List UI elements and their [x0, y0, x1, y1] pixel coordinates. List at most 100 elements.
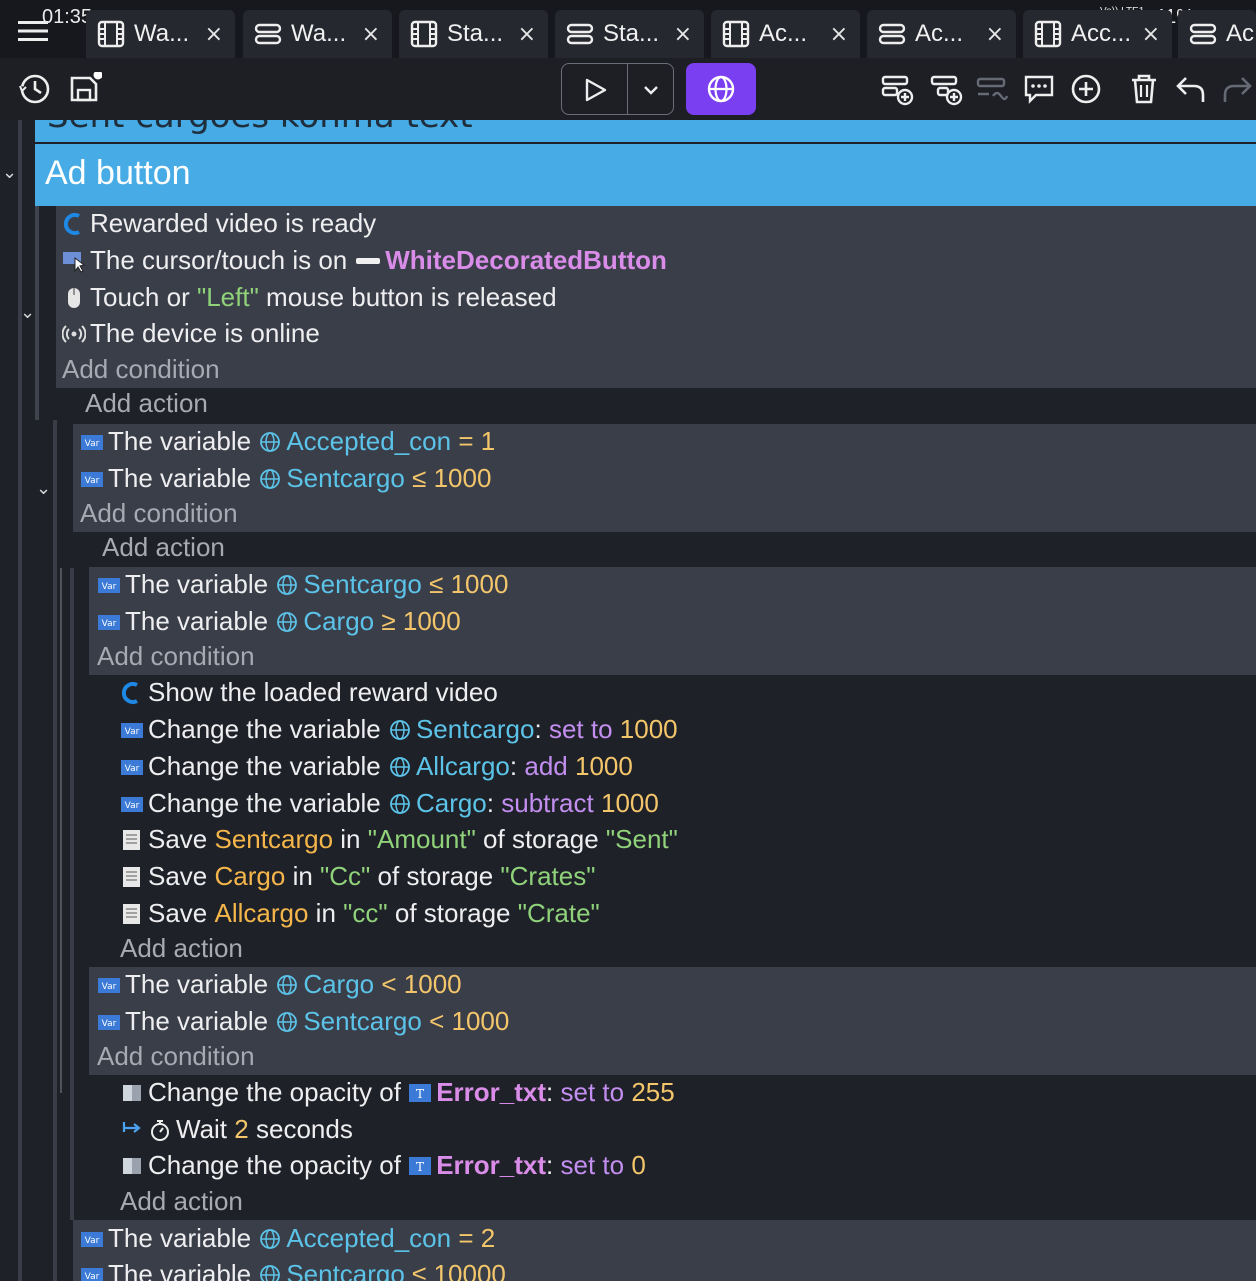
- reward-ad-icon: [121, 681, 138, 704]
- editor-tab[interactable]: Acc... ×: [1023, 10, 1172, 58]
- svg-text:T: T: [416, 1160, 424, 1174]
- add-condition-link[interactable]: Add condition: [97, 1041, 255, 1072]
- svg-text:Var: Var: [85, 1272, 100, 1281]
- action-row[interactable]: Save Sentcargo in "Amount" of storage "S…: [120, 821, 678, 858]
- list-icon: [566, 23, 594, 45]
- add-subevent-icon[interactable]: [929, 72, 963, 106]
- opacity-icon: [123, 1157, 141, 1174]
- add-link-icon[interactable]: [975, 72, 1009, 106]
- close-icon[interactable]: ×: [205, 22, 223, 47]
- condition-row[interactable]: Var The variable Cargo ≥ 1000: [97, 603, 461, 640]
- condition-row[interactable]: Var The variable Accepted_con = 2: [80, 1220, 495, 1257]
- global-variable-icon: [277, 974, 298, 995]
- add-condition-link[interactable]: Add condition: [80, 498, 238, 529]
- condition-row[interactable]: Var The variable Cargo < 1000: [97, 966, 462, 1003]
- action-row[interactable]: Change the opacity of T Error_txt: set t…: [120, 1147, 646, 1184]
- tab-label: Sta...: [603, 20, 660, 47]
- reward-ad-icon: [63, 212, 80, 235]
- save-icon[interactable]: [68, 72, 102, 106]
- redo-icon[interactable]: [1220, 72, 1254, 106]
- add-event-icon[interactable]: [880, 72, 914, 106]
- tab-label: Ac: [1226, 20, 1255, 47]
- tab-bar: 01:35 Vo)) LTE1 41% Wa...×Wa...×Sta...×S…: [0, 0, 1256, 58]
- add-condition-link[interactable]: Add condition: [62, 354, 220, 385]
- svg-text:Var: Var: [85, 1236, 100, 1246]
- group-header-previous[interactable]: Sent cargoes konma text: [35, 120, 1256, 142]
- collapse-chevron-icon[interactable]: ⌄: [20, 302, 35, 323]
- editor-tab[interactable]: Sta... ×: [555, 10, 704, 58]
- text-object-icon: T: [409, 1083, 432, 1102]
- action-row[interactable]: Show the loaded reward video: [120, 674, 498, 711]
- network-preview-button[interactable]: [686, 63, 756, 115]
- play-icon[interactable]: [582, 77, 608, 103]
- action-row[interactable]: Save Cargo in "Cc" of storage "Crates": [120, 858, 595, 895]
- group-header[interactable]: Ad button: [35, 144, 1256, 206]
- condition-row[interactable]: The cursor/touch is on WhiteDecoratedBut…: [62, 242, 667, 279]
- close-icon[interactable]: ×: [362, 22, 380, 47]
- close-icon[interactable]: ×: [518, 22, 536, 47]
- condition-row[interactable]: The device is online: [62, 315, 320, 352]
- editor-tab[interactable]: Ac: [1178, 10, 1256, 58]
- stopwatch-icon: [151, 1119, 169, 1141]
- history-icon[interactable]: [18, 72, 52, 106]
- condition-row[interactable]: Var The variable Sentcargo ≤ 1000: [97, 566, 508, 603]
- add-action-link[interactable]: Add action: [85, 388, 208, 419]
- close-icon[interactable]: ×: [830, 22, 848, 47]
- variable-icon: Var: [81, 1231, 103, 1247]
- condition-row[interactable]: Touch or "Left" mouse button is released: [62, 279, 557, 316]
- variable-icon: Var: [121, 722, 143, 738]
- add-circle-icon[interactable]: [1069, 72, 1103, 106]
- tab-label: Acc...: [1071, 20, 1132, 47]
- condition-row[interactable]: Var The variable Sentcargo ≤ 1000: [80, 460, 491, 497]
- action-row[interactable]: Var Change the variable Allcargo: add 10…: [120, 748, 633, 785]
- tab-label: Sta...: [447, 20, 504, 47]
- editor-tab[interactable]: Wa... ×: [243, 10, 392, 58]
- add-condition-link[interactable]: Add condition: [97, 641, 255, 672]
- global-variable-icon: [260, 1264, 281, 1281]
- global-variable-icon: [260, 431, 281, 452]
- chevron-down-icon[interactable]: [642, 82, 660, 98]
- global-variable-icon: [390, 756, 410, 777]
- action-row[interactable]: Wait 2 seconds: [120, 1111, 353, 1148]
- add-action-link[interactable]: Add action: [120, 1186, 243, 1217]
- text-object-icon: T: [409, 1156, 432, 1175]
- editor-tab[interactable]: Wa... ×: [86, 10, 235, 58]
- async-arrow-icon: [122, 1121, 141, 1133]
- action-row[interactable]: Save Allcargo in "cc" of storage "Crate": [120, 895, 600, 932]
- svg-text:Var: Var: [102, 582, 117, 592]
- condition-row[interactable]: Var The variable Accepted_con = 1: [80, 423, 495, 460]
- condition-row[interactable]: Rewarded video is ready: [62, 205, 376, 242]
- global-variable-icon: [260, 468, 281, 489]
- add-action-link[interactable]: Add action: [102, 532, 225, 563]
- storage-icon: [123, 866, 140, 887]
- event-sheet[interactable]: ⌄ ⌄ ⌄ Sent cargoes konma text Ad button …: [0, 120, 1256, 1281]
- action-row[interactable]: Var Change the variable Cargo: subtract …: [120, 785, 659, 822]
- variable-icon: Var: [121, 796, 143, 812]
- global-variable-icon: [390, 719, 410, 740]
- close-icon[interactable]: ×: [674, 22, 692, 47]
- panel-object-icon: [356, 257, 381, 264]
- editor-tab[interactable]: Ac... ×: [711, 10, 860, 58]
- collapse-chevron-icon[interactable]: ⌄: [36, 478, 51, 499]
- close-icon[interactable]: ×: [986, 22, 1004, 47]
- add-comment-icon[interactable]: [1022, 72, 1056, 106]
- list-icon: [1189, 23, 1217, 45]
- variable-icon: Var: [121, 759, 143, 775]
- storage-icon: [123, 903, 140, 924]
- tree-guide: [53, 420, 57, 1281]
- close-icon[interactable]: ×: [1142, 22, 1160, 47]
- editor-tab[interactable]: Sta... ×: [399, 10, 548, 58]
- action-row[interactable]: Change the opacity of T Error_txt: set t…: [120, 1074, 675, 1111]
- undo-icon[interactable]: [1174, 72, 1208, 106]
- editor-tab[interactable]: Ac... ×: [867, 10, 1016, 58]
- global-variable-icon: [277, 611, 298, 632]
- add-action-link[interactable]: Add action: [120, 933, 243, 964]
- tab-label: Ac...: [759, 20, 808, 47]
- variable-icon: Var: [98, 577, 120, 593]
- condition-row[interactable]: Var The variable Sentcargo < 1000: [97, 1003, 509, 1040]
- trash-icon[interactable]: [1127, 72, 1161, 106]
- condition-row[interactable]: Var The variable Sentcargo ≤ 10000: [80, 1256, 506, 1281]
- svg-text:Var: Var: [85, 476, 100, 486]
- collapse-chevron-icon[interactable]: ⌄: [2, 162, 17, 183]
- action-row[interactable]: Var Change the variable Sentcargo: set t…: [120, 711, 678, 748]
